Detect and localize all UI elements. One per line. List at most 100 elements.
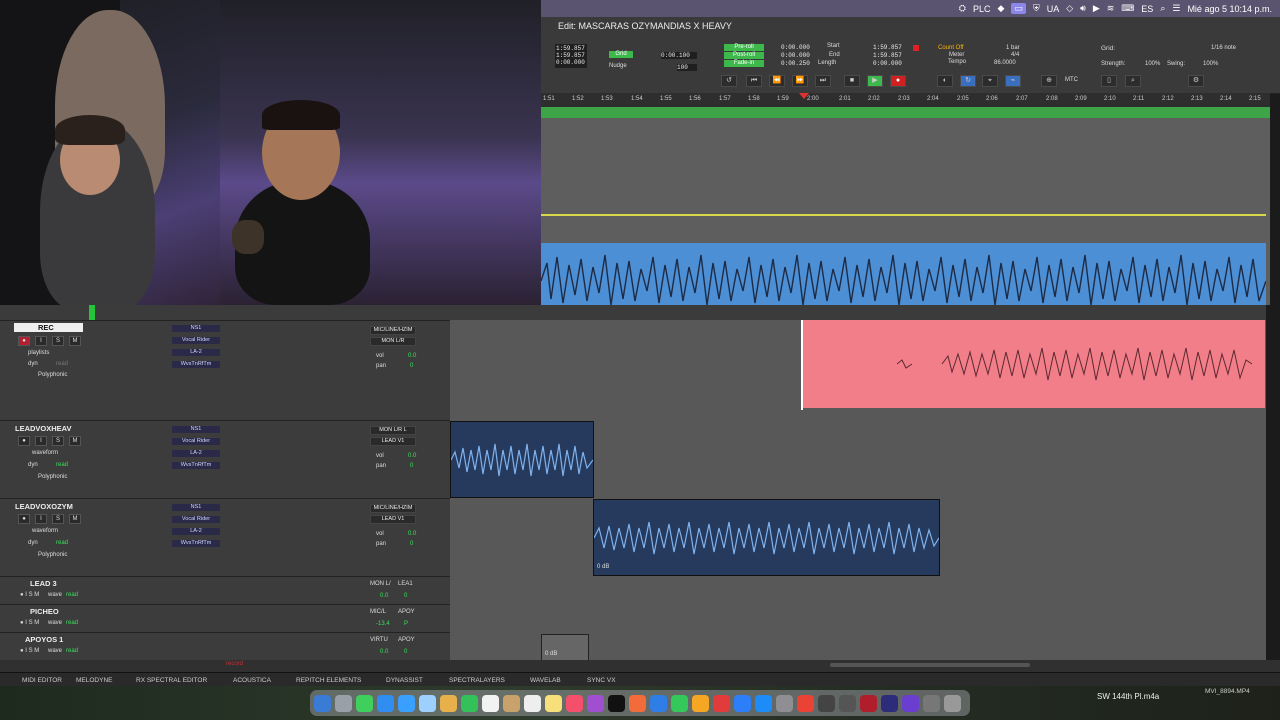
volume-value[interactable]: 0.0 xyxy=(408,531,416,537)
audio-clip-apoyos[interactable]: 0 dB xyxy=(541,634,589,662)
input-monitor-button[interactable]: I xyxy=(35,514,47,524)
start-value[interactable]: 1:59.857 xyxy=(873,44,903,51)
insert-slot[interactable]: WvsTnRfTm xyxy=(172,462,220,469)
tempo-value[interactable]: 86.0000 xyxy=(994,60,1016,66)
automation-mode[interactable]: read xyxy=(66,620,78,626)
insert-slot[interactable]: LA-2 xyxy=(172,450,220,457)
track-name[interactable]: PICHEO xyxy=(30,607,59,616)
pages-icon[interactable] xyxy=(692,694,709,712)
track-row-picheo[interactable]: PICHEO ● I S M wave read MIC/L APOY -13.… xyxy=(0,604,450,633)
timeline-ruler[interactable]: 1:51 1:52 1:53 1:54 1:55 1:56 1:57 1:58 … xyxy=(541,93,1270,107)
track-name[interactable]: LEADVOXHEAV xyxy=(15,424,72,433)
pan-value[interactable]: 0 xyxy=(410,463,413,469)
finder-icon[interactable] xyxy=(314,694,331,712)
track-row-lead3[interactable]: LEAD 3 ● I S M wave read MON L/ LEA1 0.0… xyxy=(0,576,450,605)
track-row-apoyos1[interactable]: APOYOS 1 ● I S M wave read VIRTU APOY 0.… xyxy=(0,632,450,661)
plugin-midi-editor[interactable]: MIDI EDITOR xyxy=(22,677,62,684)
pan-value[interactable]: 0 xyxy=(404,593,407,599)
stop-icon[interactable]: ■ xyxy=(844,75,860,87)
maps-icon[interactable] xyxy=(419,694,436,712)
desktop-file-label[interactable]: SW 144th Pl.m4a xyxy=(1097,692,1159,701)
swing-value[interactable]: 100% xyxy=(1203,61,1218,67)
horizontal-scrollbar[interactable] xyxy=(830,663,1030,667)
automation-mode[interactable]: read xyxy=(56,540,68,546)
grid-value[interactable]: 0:00.100 xyxy=(661,52,697,59)
length-value[interactable]: 0:00.000 xyxy=(873,60,903,67)
midi-merge-icon[interactable]: ⊕ xyxy=(1041,75,1057,87)
track-view-selector[interactable]: wave xyxy=(48,592,62,598)
code-icon[interactable]: ◇ xyxy=(1066,3,1073,14)
preroll-value[interactable]: 0:00.000 xyxy=(781,44,811,51)
plugin-dynassist[interactable]: DYNASSIST xyxy=(386,677,423,684)
volume-value[interactable]: 0.0 xyxy=(380,593,388,599)
track-row-rec[interactable]: REC ● I S M playlists dyn read Polyphoni… xyxy=(0,320,450,421)
input-selector[interactable]: MON L/ xyxy=(370,581,391,587)
countoff-value[interactable]: 1 bar xyxy=(1006,45,1020,51)
control-center-icon[interactable]: ☰ xyxy=(1172,3,1180,14)
rewind-icon[interactable]: ⏪ xyxy=(769,75,785,87)
facetime-icon[interactable] xyxy=(461,694,478,712)
insert-slot[interactable]: NS1 xyxy=(172,426,220,433)
protools-icon[interactable] xyxy=(818,694,835,712)
grid2-value[interactable]: 1/16 note xyxy=(1211,45,1236,51)
nudge-value[interactable]: 100 xyxy=(677,64,697,71)
record-enable-indicator[interactable] xyxy=(913,45,919,51)
smart-tool-icon[interactable]: ⌖ xyxy=(982,75,998,87)
recording-clip[interactable] xyxy=(802,320,1265,408)
input-monitor-button[interactable]: I xyxy=(35,336,47,346)
volume-value[interactable]: 0.0 xyxy=(408,353,416,359)
downloads-icon[interactable] xyxy=(923,694,940,712)
countoff-label[interactable]: Count Off xyxy=(938,45,964,51)
ua-label[interactable]: UA xyxy=(1047,4,1060,14)
insert-slot[interactable]: NS1 xyxy=(172,504,220,511)
system-preferences-icon[interactable] xyxy=(776,694,793,712)
pan-value[interactable]: 0 xyxy=(410,541,413,547)
plugin-repitch[interactable]: REPITCH ELEMENTS xyxy=(296,677,361,684)
fadein-label[interactable]: Fade-in xyxy=(724,60,764,67)
diamond-icon[interactable]: ◆ xyxy=(998,3,1005,14)
mute-button[interactable]: M xyxy=(69,514,81,524)
strength-value[interactable]: 100% xyxy=(1145,61,1160,67)
insert-slot[interactable]: WvsTnRfTm xyxy=(172,540,220,547)
screen-icon[interactable]: ▭ xyxy=(1011,3,1026,14)
wifi-icon[interactable]: ≋ xyxy=(1107,3,1115,14)
return-to-zero-icon[interactable]: ⏮ xyxy=(746,75,762,87)
plc-label[interactable]: PLC xyxy=(973,4,991,14)
track-name[interactable]: REC xyxy=(38,323,54,332)
settings-gear-icon[interactable]: ⚙ xyxy=(1188,75,1204,87)
marker-bar[interactable] xyxy=(541,107,1270,118)
track-view-selector[interactable]: waveform xyxy=(32,528,58,534)
contacts-icon[interactable] xyxy=(503,694,520,712)
zoom-icon[interactable]: ⌕ xyxy=(1125,75,1141,87)
input-selector[interactable]: MON L/R L xyxy=(370,426,416,435)
safari-icon[interactable] xyxy=(398,694,415,712)
photos-icon[interactable] xyxy=(440,694,457,712)
shield-icon[interactable]: ⛨ xyxy=(1033,3,1040,14)
insert-slot[interactable]: WvsTnRfTm xyxy=(172,361,220,368)
insert-slot[interactable]: Vocal Rider xyxy=(172,516,220,523)
track-view-selector[interactable]: waveform xyxy=(32,450,58,456)
insert-slot[interactable]: LA-2 xyxy=(172,349,220,356)
record-arm-button[interactable]: ● xyxy=(18,336,30,346)
xcode-icon[interactable] xyxy=(734,694,751,712)
language-label[interactable]: ES xyxy=(1141,4,1153,14)
podcasts-icon[interactable] xyxy=(587,694,604,712)
calendar-icon[interactable] xyxy=(482,694,499,712)
tv-icon[interactable] xyxy=(608,694,625,712)
insert-slot[interactable]: NS1 xyxy=(172,325,220,332)
insert-slot[interactable]: LA-2 xyxy=(172,528,220,535)
record-arm-button[interactable]: ● xyxy=(18,514,30,524)
playhead-marker[interactable] xyxy=(799,93,809,99)
launchpad-icon[interactable] xyxy=(335,694,352,712)
trash-icon[interactable] xyxy=(944,694,961,712)
plugin-acoustica[interactable]: ACOUSTICA xyxy=(233,677,271,684)
solo-button[interactable]: S xyxy=(52,336,64,346)
clip-gain-label[interactable]: 0 dB xyxy=(545,651,557,657)
input-selector[interactable]: MIC/L xyxy=(370,609,386,615)
main-counter[interactable]: 1:59.857 1:59.857 0:00.000 xyxy=(555,44,587,68)
preroll-label[interactable]: Pre-roll xyxy=(724,44,764,51)
solo-button[interactable]: S xyxy=(52,514,64,524)
plugin-wavelab[interactable]: WAVELAB xyxy=(530,677,561,684)
music-icon[interactable] xyxy=(566,694,583,712)
elastic-mode[interactable]: Polyphonic xyxy=(38,552,67,558)
